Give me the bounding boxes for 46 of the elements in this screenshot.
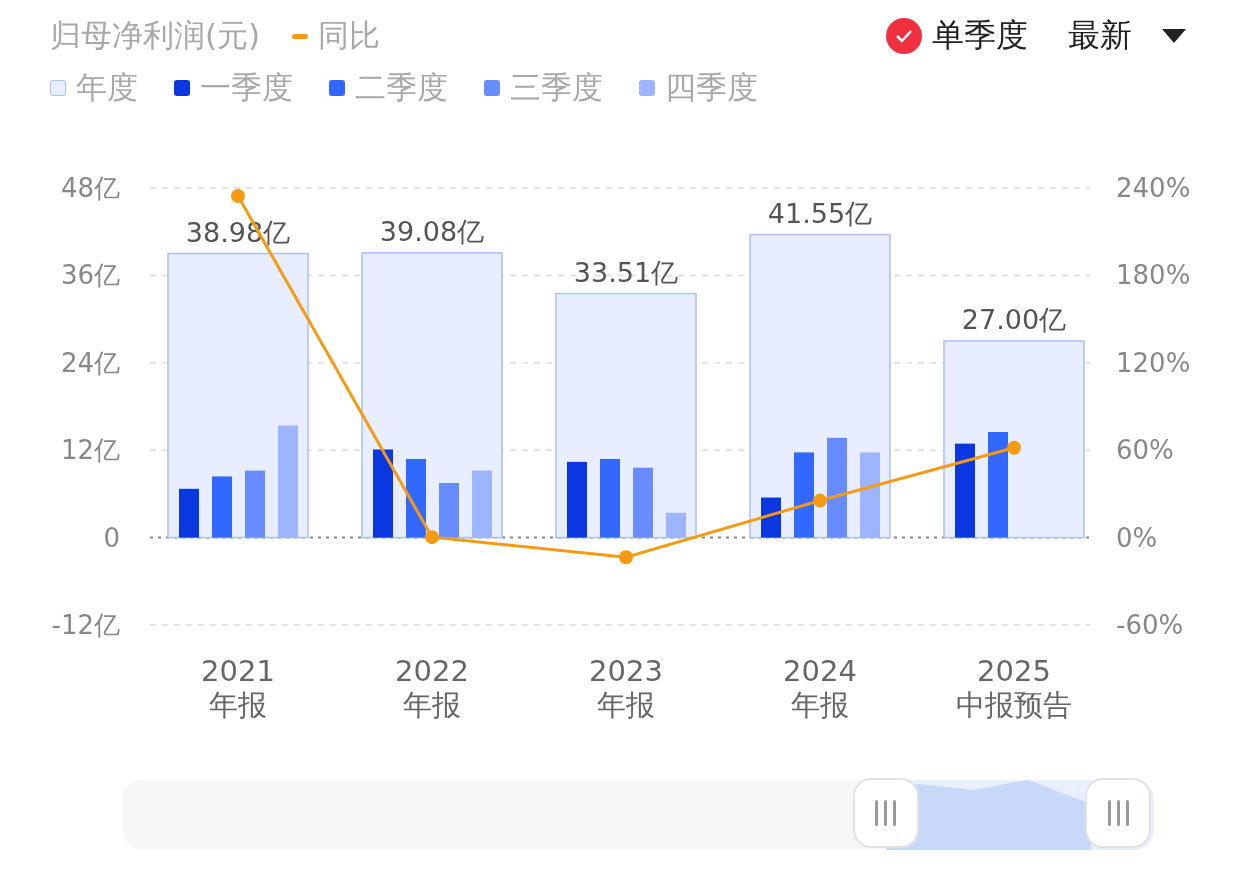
legend-item[interactable]: 三季度: [484, 67, 603, 109]
quarter-bar: [212, 476, 232, 538]
quarter-bar: [472, 470, 492, 538]
range-handle[interactable]: [852, 778, 919, 848]
quarter-bar: [245, 470, 265, 538]
category-label: 2025 中报预告: [956, 654, 1072, 722]
axis-tick-label: -60%: [1116, 610, 1184, 640]
line-legend-marker: [292, 33, 309, 39]
axis-tick-label: -12亿: [51, 610, 120, 640]
yoy-point: [425, 530, 439, 545]
range-handle[interactable]: [1085, 778, 1151, 848]
axis-tick-label: 48亿: [60, 173, 120, 203]
category-label: 2021 年报: [201, 654, 275, 722]
legend-item[interactable]: 四季度: [639, 67, 758, 109]
category-label: 2022 年报: [395, 654, 469, 722]
axis-tick-label: 36亿: [60, 260, 120, 291]
axis-tick-label: 240%: [1116, 173, 1191, 203]
legend-item[interactable]: 年度: [50, 67, 138, 109]
quarter-bar: [179, 488, 199, 538]
quarter-bar: [633, 467, 653, 538]
yoy-point: [619, 550, 633, 565]
category-label: 2023 年报: [589, 654, 663, 722]
period-dropdown[interactable]: 最新: [1068, 14, 1186, 58]
yoy-point: [231, 189, 245, 203]
category-label: 2024 年报: [783, 654, 857, 722]
chart-title: 归母净利润(元): [50, 16, 261, 55]
caret-icon: [1162, 29, 1186, 43]
axis-tick-label: 120%: [1116, 347, 1191, 378]
value-label: 41.55亿: [767, 197, 873, 229]
value-label: 33.51亿: [573, 256, 679, 288]
quarter-bar: [439, 483, 459, 538]
axis-tick-label: 12亿: [60, 435, 120, 466]
yoy-point: [813, 493, 827, 508]
value-label: 39.08亿: [379, 215, 485, 247]
yoy-point: [1007, 440, 1021, 455]
axis-tick-label: 24亿: [60, 347, 120, 378]
legend-item[interactable]: 二季度: [329, 67, 448, 109]
quarter-bar: [666, 512, 686, 538]
axis-tick-label: 180%: [1116, 260, 1191, 291]
legend-item[interactable]: 一季度: [174, 67, 293, 109]
axis-tick-label: 60%: [1116, 435, 1174, 466]
axis-tick-label: 0%: [1116, 522, 1158, 553]
single-quarter-toggle[interactable]: 单季度: [886, 14, 1028, 58]
axis-tick-label: 0: [103, 522, 120, 553]
legend-item[interactable]: 同比: [292, 15, 381, 57]
value-label: 27.00亿: [961, 303, 1067, 335]
